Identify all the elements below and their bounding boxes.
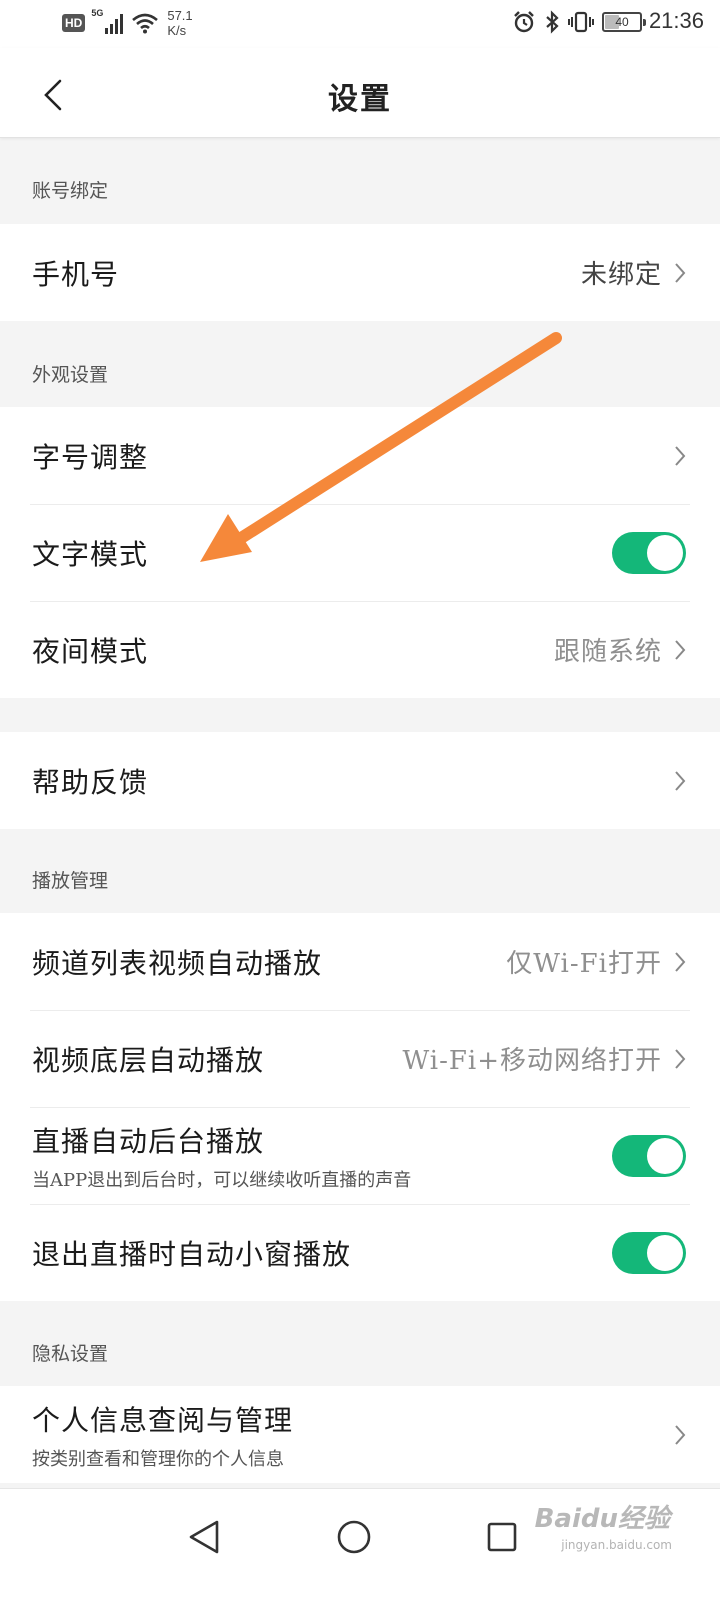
toggle-knob — [647, 534, 683, 571]
row-text: 直播自动后台播放 当APP退出到后台时，可以继续收听直播的声音 — [32, 1120, 612, 1192]
network-speed-unit: K/s — [167, 23, 187, 38]
triangle-back-icon — [189, 1520, 219, 1554]
status-left: HD 5G 57.1 K/s — [62, 8, 193, 38]
row-title: 直播自动后台播放 — [32, 1124, 265, 1158]
toggle-knob — [647, 1234, 683, 1271]
watermark-site: jingyan.baidu.com — [561, 1538, 672, 1552]
network-type: 5G — [91, 8, 104, 18]
row-title: 频道列表视频自动播放 — [32, 946, 323, 980]
setting-row-channel-autoplay[interactable]: 频道列表视频自动播放 仅Wi-Fi打开 — [0, 913, 720, 1010]
setting-row-night-mode[interactable]: 夜间模式 跟随系统 — [0, 601, 720, 698]
vibrate-icon — [568, 11, 594, 33]
row-title: 文字模式 — [32, 537, 149, 571]
setting-row-live-pip: 退出直播时自动小窗播放 — [0, 1204, 720, 1301]
setting-row-live-background: 直播自动后台播放 当APP退出到后台时，可以继续收听直播的声音 — [0, 1107, 720, 1204]
clock: 21:36 — [648, 8, 704, 33]
text-mode-toggle[interactable] — [612, 531, 686, 574]
setting-row-text-mode: 文字模式 — [0, 504, 720, 601]
toggle-knob — [647, 1137, 683, 1174]
group-appearance: 字号调整 文字模式 夜间模式 跟随系统 — [0, 407, 720, 698]
chevron-right-icon — [672, 768, 688, 794]
row-value: 仅Wi-Fi打开 — [506, 949, 662, 979]
section-label-playback: 播放管理 — [32, 870, 109, 892]
chevron-right-icon — [672, 1046, 688, 1072]
hd-badge: HD — [62, 14, 86, 32]
row-title: 视频底层自动播放 — [32, 1043, 265, 1077]
row-title: 个人信息查阅与管理 — [32, 1403, 294, 1437]
group-playback: 频道列表视频自动播放 仅Wi-Fi打开 视频底层自动播放 Wi-Fi+移动网络打… — [0, 913, 720, 1301]
row-title: 手机号 — [32, 257, 120, 291]
nav-recents-button[interactable] — [474, 1509, 530, 1565]
live-pip-toggle[interactable] — [612, 1231, 686, 1274]
circle-home-icon — [337, 1520, 371, 1554]
network-speed-value: 57.1 — [167, 8, 193, 23]
page-header: 设置 — [0, 48, 720, 138]
row-title: 夜间模式 — [32, 634, 149, 668]
battery-icon: 40 — [602, 12, 646, 32]
row-value: Wi-Fi+移动网络打开 — [402, 1046, 662, 1076]
status-right: 40 21:36 — [512, 8, 704, 34]
chevron-right-icon — [672, 949, 688, 975]
group-help: 帮助反馈 — [0, 732, 720, 829]
page-title: 设置 — [328, 82, 392, 117]
chevron-right-icon — [672, 443, 688, 469]
cellular-signal-icon: 5G — [91, 8, 124, 34]
watermark-logo: Baidu经验 — [534, 1504, 670, 1534]
row-subtitle: 当APP退出到后台时，可以继续收听直播的声音 — [32, 1169, 412, 1191]
setting-row-phone[interactable]: 手机号 未绑定 — [0, 224, 720, 321]
live-background-toggle[interactable] — [612, 1134, 686, 1177]
section-label-account: 账号绑定 — [32, 180, 109, 202]
wifi-icon — [132, 13, 159, 34]
row-value: 未绑定 — [580, 260, 662, 290]
row-title: 退出直播时自动小窗播放 — [32, 1237, 352, 1271]
section-label-appearance: 外观设置 — [32, 364, 109, 386]
status-bar: HD 5G 57.1 K/s 40 21:36 — [0, 0, 720, 48]
row-title: 帮助反馈 — [32, 765, 149, 799]
section-label-privacy: 隐私设置 — [32, 1343, 109, 1365]
chevron-right-icon — [672, 1422, 688, 1448]
nav-back-button[interactable] — [176, 1509, 232, 1565]
setting-row-feedback[interactable]: 帮助反馈 — [0, 732, 720, 829]
setting-row-video-bottom-autoplay[interactable]: 视频底层自动播放 Wi-Fi+移动网络打开 — [0, 1010, 720, 1107]
battery-level: 40 — [615, 15, 629, 29]
square-recents-icon — [487, 1522, 517, 1552]
setting-row-personal-info[interactable]: 个人信息查阅与管理 按类别查看和管理你的个人信息 — [0, 1386, 720, 1483]
chevron-right-icon — [672, 260, 688, 286]
chevron-right-icon — [672, 637, 688, 663]
row-subtitle: 按类别查看和管理你的个人信息 — [32, 1448, 284, 1470]
group-privacy: 个人信息查阅与管理 按类别查看和管理你的个人信息 — [0, 1386, 720, 1483]
bluetooth-icon — [546, 10, 559, 34]
group-account: 手机号 未绑定 — [0, 224, 720, 321]
row-value: 跟随系统 — [553, 637, 662, 667]
alarm-icon — [514, 11, 534, 33]
network-speed: 57.1 K/s — [167, 8, 192, 38]
row-title: 字号调整 — [32, 440, 149, 474]
nav-home-button[interactable] — [326, 1509, 382, 1565]
setting-row-font-size[interactable]: 字号调整 — [0, 407, 720, 504]
row-text: 个人信息查阅与管理 按类别查看和管理你的个人信息 — [32, 1399, 672, 1471]
